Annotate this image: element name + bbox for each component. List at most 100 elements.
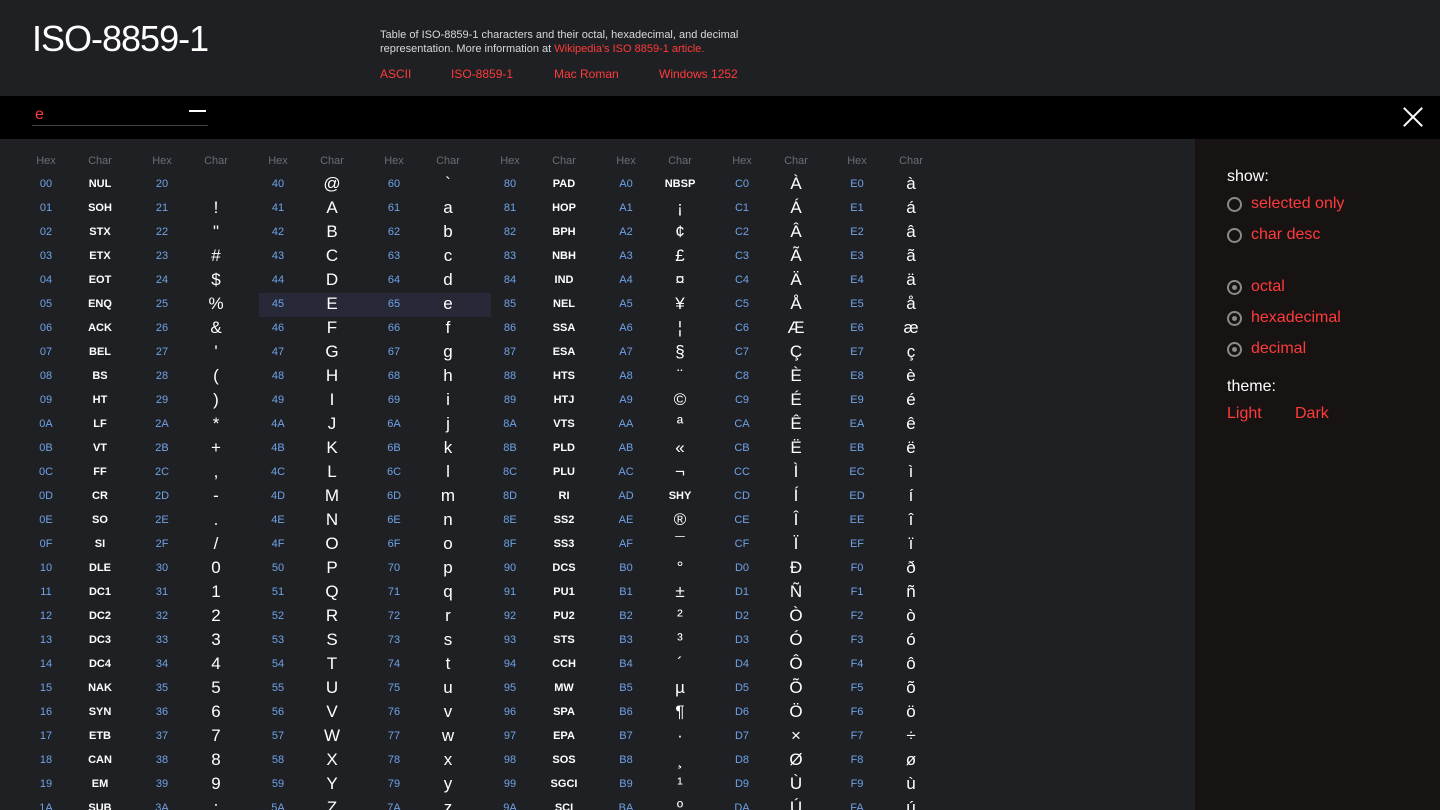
radio-checked-icon[interactable]: [1227, 311, 1242, 326]
table-row[interactable]: 19 EM: [27, 773, 143, 797]
table-row[interactable]: 89 HTJ: [491, 389, 607, 413]
table-row[interactable]: 8B PLD: [491, 437, 607, 461]
table-row[interactable]: 58 X: [259, 749, 375, 773]
nav-link-ascii[interactable]: ASCII: [380, 67, 411, 81]
table-row[interactable]: 07 BEL: [27, 341, 143, 365]
table-row[interactable]: 30 0: [143, 557, 259, 581]
table-row[interactable]: 4E N: [259, 509, 375, 533]
table-row[interactable]: C2 Â: [723, 221, 839, 245]
table-row[interactable]: 94 CCH: [491, 653, 607, 677]
table-row[interactable]: 01 SOH: [27, 197, 143, 221]
table-row[interactable]: 8E SS2: [491, 509, 607, 533]
table-row[interactable]: 31 1: [143, 581, 259, 605]
theme-light-link[interactable]: Light: [1227, 405, 1262, 423]
table-row[interactable]: 4C L: [259, 461, 375, 485]
table-row[interactable]: 12 DC2: [27, 605, 143, 629]
nav-link-iso-8859-1[interactable]: ISO-8859-1: [451, 67, 513, 81]
table-row[interactable]: B8 ¸: [607, 749, 723, 773]
table-row[interactable]: F4 ô: [838, 653, 954, 677]
table-row[interactable]: C0 À: [723, 173, 839, 197]
table-row[interactable]: A4 ¤: [607, 269, 723, 293]
table-row[interactable]: 51 Q: [259, 581, 375, 605]
table-row[interactable]: 68 h: [375, 365, 491, 389]
table-row[interactable]: 47 G: [259, 341, 375, 365]
table-row[interactable]: 49 I: [259, 389, 375, 413]
table-row[interactable]: 38 8: [143, 749, 259, 773]
table-row[interactable]: 37 7: [143, 725, 259, 749]
table-row[interactable]: 23 #: [143, 245, 259, 269]
search-input[interactable]: [32, 104, 208, 126]
table-row[interactable]: 7A z: [375, 797, 491, 810]
table-row[interactable]: 70 p: [375, 557, 491, 581]
table-row[interactable]: 67 g: [375, 341, 491, 365]
table-row[interactable]: 4B K: [259, 437, 375, 461]
table-row[interactable]: E7 ç: [838, 341, 954, 365]
table-row[interactable]: C8 È: [723, 365, 839, 389]
table-row[interactable]: 77 w: [375, 725, 491, 749]
table-row[interactable]: C5 Å: [723, 293, 839, 317]
radio-icon[interactable]: [1227, 228, 1242, 243]
table-row[interactable]: 17 ETB: [27, 725, 143, 749]
nav-link-windows-1252[interactable]: Windows 1252: [659, 67, 738, 81]
table-row[interactable]: 45 E: [259, 293, 375, 317]
table-row[interactable]: 40 @: [259, 173, 375, 197]
table-row[interactable]: 6B k: [375, 437, 491, 461]
table-row[interactable]: 39 9: [143, 773, 259, 797]
table-row[interactable]: E9 é: [838, 389, 954, 413]
table-row[interactable]: A3 £: [607, 245, 723, 269]
table-row[interactable]: 91 PU1: [491, 581, 607, 605]
table-row[interactable]: 95 MW: [491, 677, 607, 701]
table-row[interactable]: 8A VTS: [491, 413, 607, 437]
table-row[interactable]: 79 y: [375, 773, 491, 797]
table-row[interactable]: 0A LF: [27, 413, 143, 437]
table-row[interactable]: 8F SS3: [491, 533, 607, 557]
table-row[interactable]: 2A *: [143, 413, 259, 437]
table-row[interactable]: C6 Æ: [723, 317, 839, 341]
table-row[interactable]: 11 DC1: [27, 581, 143, 605]
table-row[interactable]: C7 Ç: [723, 341, 839, 365]
table-row[interactable]: F7 ÷: [838, 725, 954, 749]
table-row[interactable]: F6 ö: [838, 701, 954, 725]
table-row[interactable]: 0B VT: [27, 437, 143, 461]
table-row[interactable]: 71 q: [375, 581, 491, 605]
table-row[interactable]: 09 HT: [27, 389, 143, 413]
table-row[interactable]: 2E.: [143, 509, 259, 533]
table-row[interactable]: E6 æ: [838, 317, 954, 341]
table-row[interactable]: B5 µ: [607, 677, 723, 701]
table-row[interactable]: 54 T: [259, 653, 375, 677]
table-row[interactable]: D8 Ø: [723, 749, 839, 773]
table-row[interactable]: C4 Ä: [723, 269, 839, 293]
table-row[interactable]: 14 DC4: [27, 653, 143, 677]
table-row[interactable]: C9 É: [723, 389, 839, 413]
table-row[interactable]: 10 DLE: [27, 557, 143, 581]
table-row[interactable]: 02 STX: [27, 221, 143, 245]
table-row[interactable]: 2C,: [143, 461, 259, 485]
nav-link-mac-roman[interactable]: Mac Roman: [554, 67, 619, 81]
table-row[interactable]: F2 ò: [838, 605, 954, 629]
table-row[interactable]: A7 §: [607, 341, 723, 365]
table-row[interactable]: F1 ñ: [838, 581, 954, 605]
table-row[interactable]: 44 D: [259, 269, 375, 293]
table-row[interactable]: CA Ê: [723, 413, 839, 437]
table-row[interactable]: 48 H: [259, 365, 375, 389]
table-row[interactable]: 60 `: [375, 173, 491, 197]
table-row[interactable]: 9A SCI: [491, 797, 607, 810]
table-row[interactable]: F8 ø: [838, 749, 954, 773]
table-row[interactable]: BA º: [607, 797, 723, 810]
table-row[interactable]: 3A:: [143, 797, 259, 810]
table-row[interactable]: 41 A: [259, 197, 375, 221]
table-row[interactable]: AA ª: [607, 413, 723, 437]
table-row[interactable]: B4 ´: [607, 653, 723, 677]
table-row[interactable]: CF Ï: [723, 533, 839, 557]
table-row[interactable]: 6A j: [375, 413, 491, 437]
radio-icon[interactable]: [1227, 197, 1242, 212]
table-row[interactable]: 82 BPH: [491, 221, 607, 245]
table-row[interactable]: CE Î: [723, 509, 839, 533]
table-row[interactable]: 15 NAK: [27, 677, 143, 701]
table-row[interactable]: D7 ×: [723, 725, 839, 749]
table-row[interactable]: 4A J: [259, 413, 375, 437]
table-row[interactable]: 22 ": [143, 221, 259, 245]
table-row[interactable]: D9 Ù: [723, 773, 839, 797]
table-row[interactable]: AB «: [607, 437, 723, 461]
table-row[interactable]: EB ë: [838, 437, 954, 461]
